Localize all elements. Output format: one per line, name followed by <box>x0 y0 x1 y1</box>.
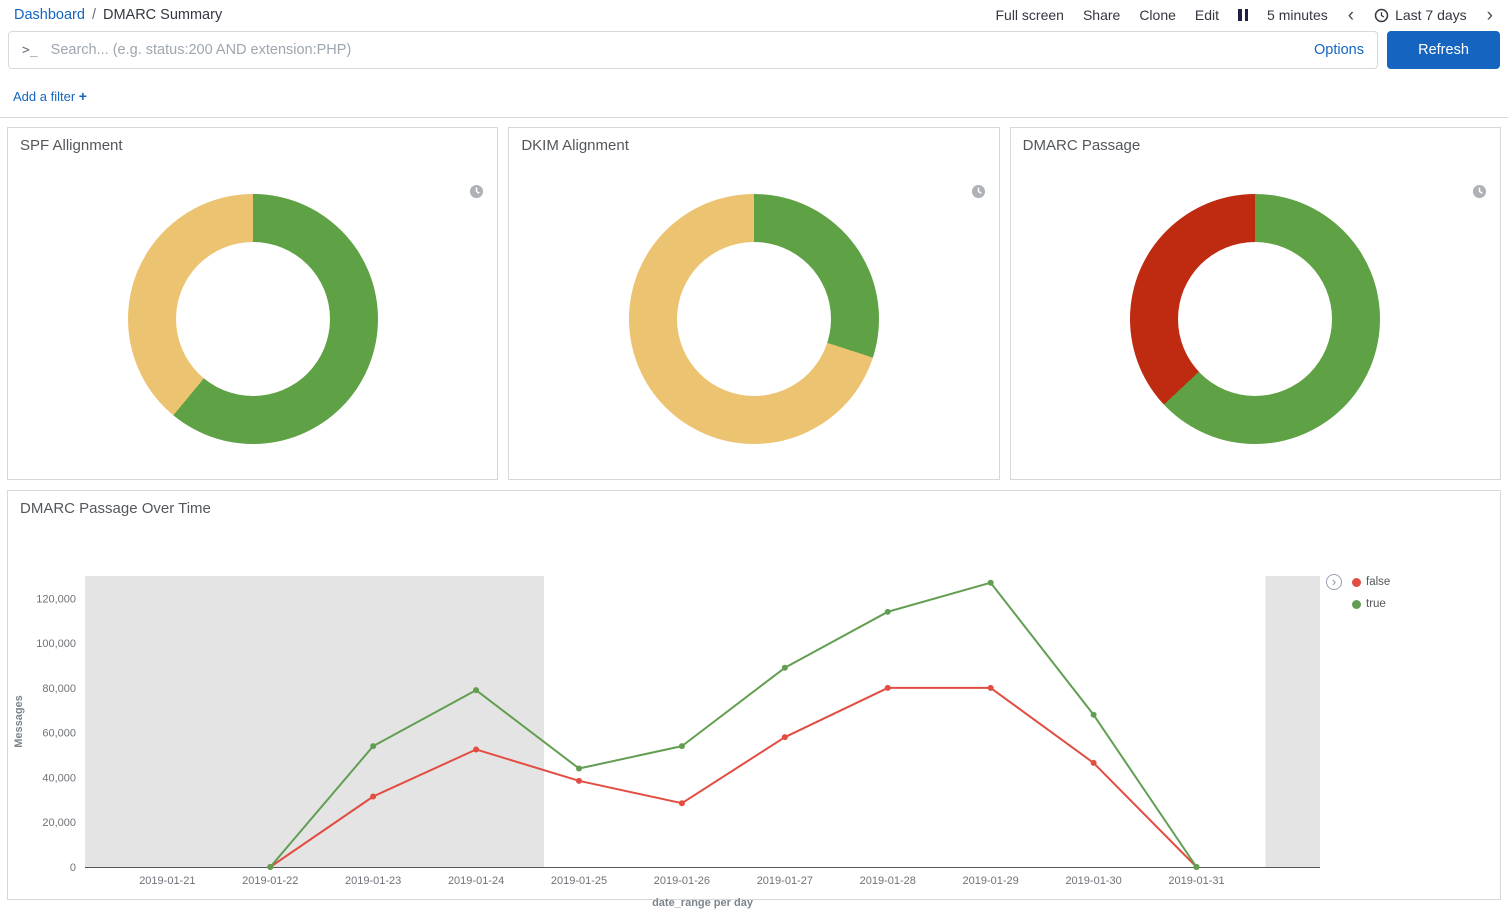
legend-toggle-icon[interactable]: › <box>1326 574 1342 590</box>
breadcrumb: Dashboard / DMARC Summary <box>14 7 222 23</box>
svg-text:120,000: 120,000 <box>36 593 76 605</box>
page-title: DMARC Summary <box>103 7 222 23</box>
panel-header: DMARC Passage <box>1011 128 1500 154</box>
search-input[interactable] <box>49 41 1304 59</box>
filter-bar: Add a filter + <box>0 76 1508 118</box>
dmarc-donut-chart[interactable] <box>1130 194 1380 444</box>
panel-clock-icon <box>1472 184 1487 199</box>
svg-text:0: 0 <box>70 862 76 874</box>
time-forward-chevron-icon[interactable]: › <box>1486 8 1494 23</box>
svg-text:2019-01-30: 2019-01-30 <box>1065 875 1121 887</box>
dmarc-line-chart[interactable]: 0 20,000 40,000 60,000 80,000 100,000 120,000 2… <box>8 569 1338 914</box>
breadcrumb-separator: / <box>92 7 96 23</box>
svg-text:2019-01-27: 2019-01-27 <box>757 875 813 887</box>
legend-item[interactable]: false <box>1352 576 1390 588</box>
edit-button[interactable]: Edit <box>1195 7 1219 23</box>
svg-text:2019-01-26: 2019-01-26 <box>654 875 710 887</box>
svg-text:2019-01-22: 2019-01-22 <box>242 875 298 887</box>
add-filter-label: Add a filter <box>13 89 75 104</box>
clone-button[interactable]: Clone <box>1139 7 1176 23</box>
svg-text:2019-01-25: 2019-01-25 <box>551 875 607 887</box>
svg-text:80,000: 80,000 <box>42 683 76 695</box>
query-bar: >_ Options Refresh <box>0 27 1508 76</box>
pause-autorefresh-icon[interactable] <box>1238 9 1248 21</box>
breadcrumb-dashboard-link[interactable]: Dashboard <box>14 7 85 23</box>
svg-text:2019-01-28: 2019-01-28 <box>860 875 916 887</box>
share-button[interactable]: Share <box>1083 7 1120 23</box>
svg-text:2019-01-24: 2019-01-24 <box>448 875 504 887</box>
legend-label: true <box>1366 598 1386 610</box>
options-link[interactable]: Options <box>1314 42 1364 58</box>
spf-alignment-panel: SPF Allignment <box>7 127 498 480</box>
panel-title: DKIM Alignment <box>521 137 629 154</box>
legend-color-dot <box>1352 600 1361 609</box>
donut-hole <box>176 242 330 396</box>
refresh-button[interactable]: Refresh <box>1387 31 1500 69</box>
clock-icon <box>1374 8 1389 23</box>
add-filter-button[interactable]: Add a filter + <box>13 89 87 104</box>
top-menu: Full screen Share Clone Edit 5 minutes ‹… <box>995 7 1494 23</box>
dkim-alignment-panel: DKIM Alignment <box>508 127 999 480</box>
svg-text:20,000: 20,000 <box>42 817 76 829</box>
refresh-interval-button[interactable]: 5 minutes <box>1267 7 1328 23</box>
time-back-chevron-icon[interactable]: ‹ <box>1347 8 1355 23</box>
panel-title: DMARC Passage <box>1023 137 1141 154</box>
svg-text:40,000: 40,000 <box>42 772 76 784</box>
panel-clock-icon <box>971 184 986 199</box>
panel-header: DKIM Alignment <box>509 128 998 154</box>
search-box[interactable]: >_ Options <box>8 31 1378 69</box>
panel-title: SPF Allignment <box>20 137 123 154</box>
donut-panels-row: SPF Allignment DKIM Alignment <box>7 127 1501 480</box>
legend-item[interactable]: true <box>1352 598 1390 610</box>
svg-text:date_range per day: date_range per day <box>652 897 754 909</box>
svg-text:2019-01-31: 2019-01-31 <box>1168 875 1224 887</box>
line-chart-area: 0 20,000 40,000 60,000 80,000 100,000 120,000 2… <box>8 517 1500 893</box>
svg-text:100,000: 100,000 <box>36 638 76 650</box>
panel-clock-icon <box>469 184 484 199</box>
time-range-label: Last 7 days <box>1395 7 1467 23</box>
svg-text:2019-01-21: 2019-01-21 <box>139 875 195 887</box>
legend-color-dot <box>1352 578 1361 587</box>
panel-title: DMARC Passage Over Time <box>20 500 211 517</box>
dkim-donut-chart[interactable] <box>629 194 879 444</box>
dmarc-passage-panel: DMARC Passage <box>1010 127 1501 480</box>
dashboard-grid: SPF Allignment DKIM Alignment <box>0 118 1508 900</box>
panel-header: SPF Allignment <box>8 128 497 154</box>
legend-label: false <box>1366 576 1390 588</box>
spf-donut-chart[interactable] <box>128 194 378 444</box>
donut-hole <box>1178 242 1332 396</box>
time-range-picker[interactable]: Last 7 days <box>1374 7 1467 23</box>
full-screen-button[interactable]: Full screen <box>995 7 1063 23</box>
svg-text:2019-01-23: 2019-01-23 <box>345 875 401 887</box>
svg-text:2019-01-29: 2019-01-29 <box>963 875 1019 887</box>
donut-hole <box>677 242 831 396</box>
panel-header: DMARC Passage Over Time <box>8 491 1500 517</box>
query-prompt-icon: >_ <box>22 43 38 58</box>
plus-icon: + <box>79 88 87 104</box>
svg-text:60,000: 60,000 <box>42 728 76 740</box>
top-navigation-bar: Dashboard / DMARC Summary Full screen Sh… <box>0 0 1508 27</box>
chart-legend: false true <box>1352 576 1390 620</box>
dmarc-over-time-panel: DMARC Passage Over Time 0 20,000 40,000 60,… <box>7 490 1501 900</box>
svg-text:Messages: Messages <box>13 695 25 748</box>
